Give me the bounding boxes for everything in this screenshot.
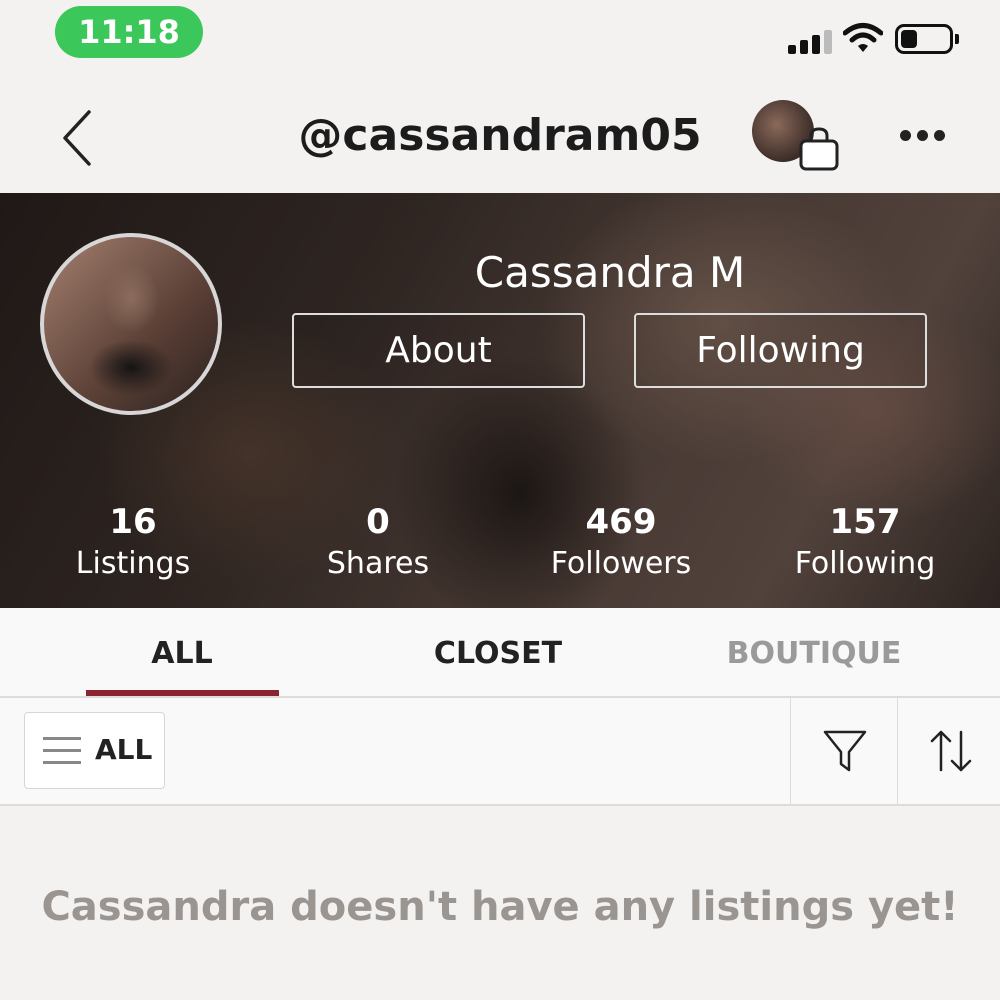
divider [790, 698, 791, 804]
status-bar: 11:18 [0, 0, 1000, 80]
stat-label: Following [794, 546, 936, 581]
cellular-signal-icon [788, 28, 834, 54]
stat-value: 0 [366, 502, 390, 542]
profile-avatar[interactable] [40, 233, 222, 415]
category-filter-button[interactable]: ALL [24, 712, 165, 789]
tab-all[interactable]: ALL [32, 636, 332, 671]
tab-closet[interactable]: CLOSET [348, 636, 648, 671]
stat-label: Shares [326, 546, 430, 581]
menu-icon [43, 737, 81, 765]
about-button[interactable]: About [292, 313, 585, 388]
stat-label: Listings [75, 546, 191, 581]
stat-following[interactable]: 157 Following [755, 501, 975, 585]
category-filter-label: ALL [95, 733, 153, 766]
following-button[interactable]: Following [634, 313, 927, 388]
status-time: 11:18 [55, 6, 203, 58]
tab-boutique[interactable]: BOUTIQUE [664, 636, 964, 671]
sort-arrows-icon[interactable] [928, 728, 974, 774]
closet-tabs: ALL CLOSET BOUTIQUE [0, 608, 1000, 698]
shopping-bag-icon[interactable] [798, 126, 840, 172]
divider [897, 698, 898, 804]
stat-value: 16 [109, 502, 157, 542]
filter-bar: ALL [0, 698, 1000, 806]
empty-state-message: Cassandra doesn't have any listings yet! [41, 884, 959, 930]
active-tab-indicator [86, 690, 279, 696]
battery-icon [895, 24, 959, 54]
nav-bar: @cassandram05 [0, 80, 1000, 193]
stat-followers[interactable]: 469 Followers [511, 501, 731, 585]
stat-listings[interactable]: 16 Listings [23, 501, 243, 585]
filter-funnel-icon[interactable] [822, 728, 868, 774]
stat-value: 157 [829, 502, 901, 542]
wifi-icon [843, 23, 883, 52]
page-title: @cassandram05 [298, 110, 702, 161]
listings-content: Cassandra doesn't have any listings yet! [0, 806, 1000, 1000]
stat-value: 469 [585, 502, 657, 542]
more-horizontal-icon[interactable] [900, 130, 946, 144]
stat-shares[interactable]: 0 Shares [268, 501, 488, 585]
profile-name: Cassandra M [474, 248, 746, 297]
back-chevron-icon[interactable] [55, 108, 103, 168]
profile-cover: Cassandra M About Following 16 Listings … [0, 193, 1000, 608]
stat-label: Followers [550, 546, 692, 581]
